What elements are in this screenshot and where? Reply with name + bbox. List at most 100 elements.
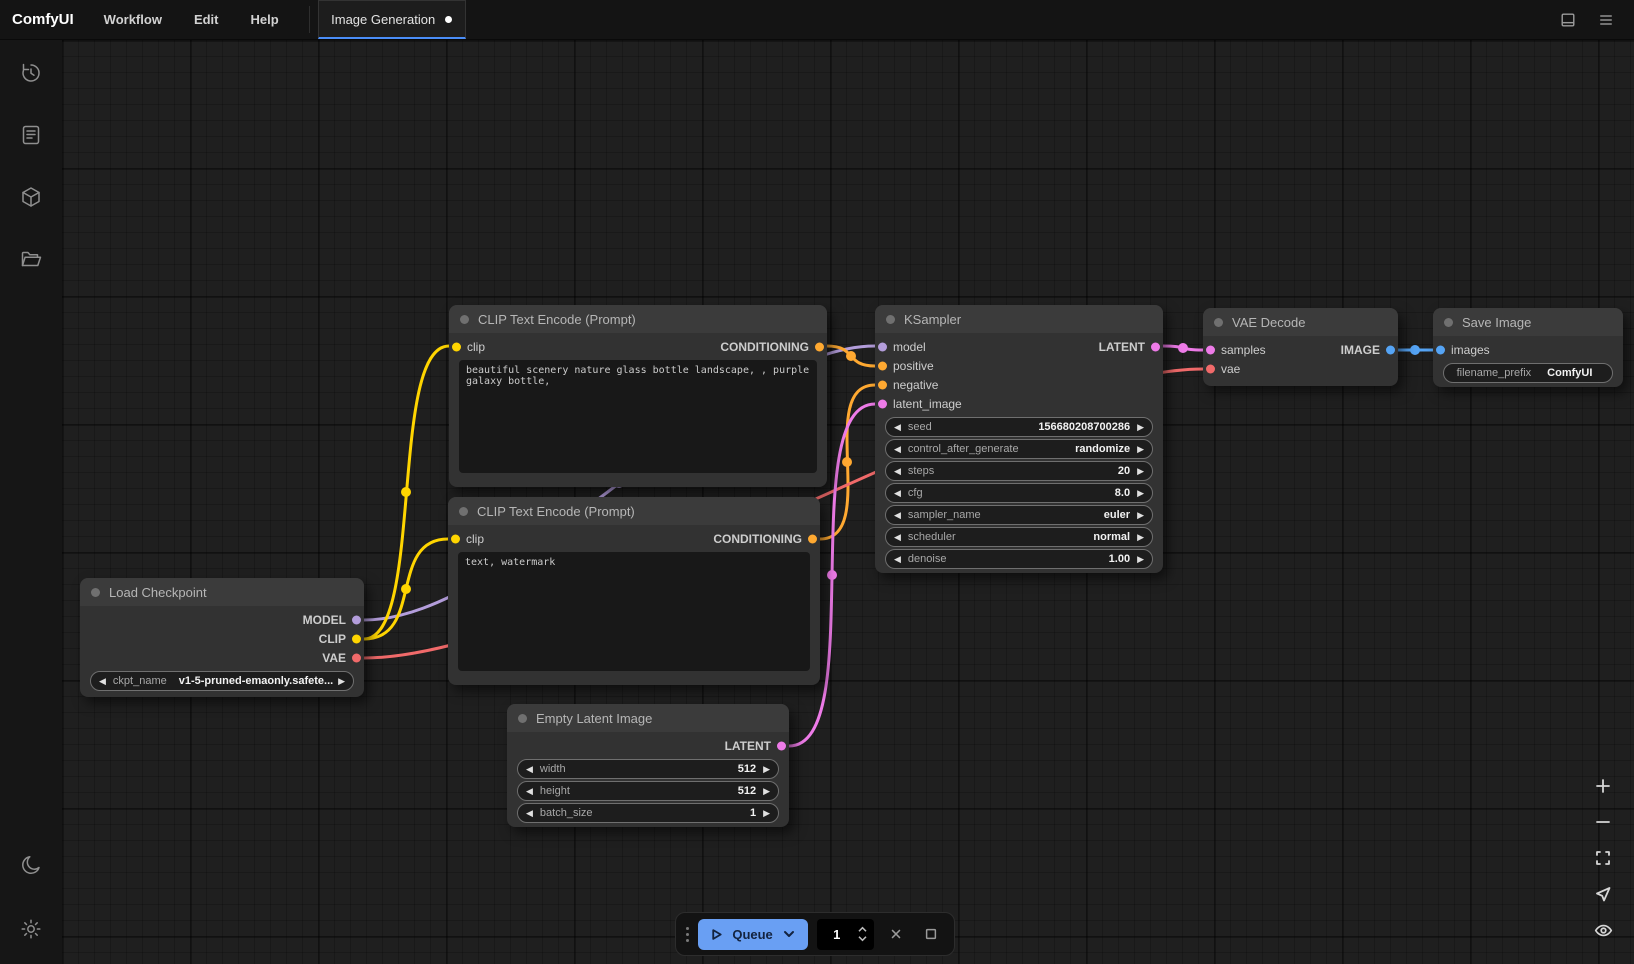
toggle-link-visibility-button[interactable]: [1586, 916, 1620, 944]
node-collapse-dot[interactable]: [91, 588, 100, 597]
conditioning-output-port[interactable]: [815, 342, 824, 351]
select-mode-button[interactable]: [1586, 880, 1620, 908]
ckpt-name-widget[interactable]: ◀ ckpt_name v1-5-pruned-emaonly.safete..…: [90, 671, 354, 691]
widget-increment-icon[interactable]: ▶: [763, 809, 770, 818]
queue-bar-drag-handle[interactable]: [686, 927, 689, 942]
filename-prefix-widget[interactable]: filename_prefix ComfyUI: [1443, 363, 1613, 383]
widget-increment-icon[interactable]: ▶: [1137, 555, 1144, 564]
node-collapse-dot[interactable]: [459, 507, 468, 516]
node-header[interactable]: Load Checkpoint: [80, 578, 364, 606]
widget-decrement-icon[interactable]: ◀: [894, 533, 901, 542]
image-output-port[interactable]: [1386, 345, 1395, 354]
height-widget[interactable]: ◀ height 512 ▶: [517, 781, 779, 801]
control-after-generate-widget[interactable]: ◀ control_after_generate randomize ▶: [885, 439, 1153, 459]
widget-decrement-icon[interactable]: ◀: [99, 677, 106, 686]
sidebar-node-library-button[interactable]: [0, 112, 62, 158]
node-save-image[interactable]: Save Image images filename_prefix ComfyU…: [1433, 308, 1623, 387]
node-header[interactable]: KSampler: [875, 305, 1163, 333]
prompt-textarea[interactable]: text, watermark: [458, 552, 810, 671]
negative-input-port[interactable]: [878, 380, 887, 389]
sidebar-workflows-button[interactable]: [0, 236, 62, 282]
conditioning-output-port[interactable]: [808, 534, 817, 543]
vae-input-port[interactable]: [1206, 364, 1215, 373]
widget-decrement-icon[interactable]: ◀: [526, 809, 533, 818]
batch-count-input[interactable]: 1: [817, 919, 874, 950]
model-output-port[interactable]: [352, 615, 361, 624]
denoise-widget[interactable]: ◀ denoise 1.00 ▶: [885, 549, 1153, 569]
node-collapse-dot[interactable]: [1214, 318, 1223, 327]
stop-button[interactable]: [918, 921, 944, 947]
sampler-name-widget[interactable]: ◀ sampler_name euler ▶: [885, 505, 1153, 525]
latent-output-port[interactable]: [1151, 342, 1160, 351]
steps-widget[interactable]: ◀ steps 20 ▶: [885, 461, 1153, 481]
menu-help[interactable]: Help: [235, 0, 295, 39]
widget-decrement-icon[interactable]: ◀: [894, 467, 901, 476]
widget-decrement-icon[interactable]: ◀: [894, 445, 901, 454]
widget-decrement-icon[interactable]: ◀: [526, 765, 533, 774]
node-canvas[interactable]: [62, 40, 1634, 964]
node-empty-latent-image[interactable]: Empty Latent Image LATENT ◀ width 512 ▶ …: [507, 704, 789, 827]
settings-button[interactable]: [0, 906, 62, 952]
widget-increment-icon[interactable]: ▶: [763, 765, 770, 774]
node-load-checkpoint[interactable]: Load Checkpoint MODEL CLIP VAE ◀ ckpt_na…: [80, 578, 364, 697]
node-collapse-dot[interactable]: [1444, 318, 1453, 327]
widget-increment-icon[interactable]: ▶: [1137, 467, 1144, 476]
widget-increment-icon[interactable]: ▶: [1137, 511, 1144, 520]
widget-decrement-icon[interactable]: ◀: [894, 423, 901, 432]
widget-increment-icon[interactable]: ▶: [1137, 533, 1144, 542]
vae-output-port[interactable]: [352, 653, 361, 662]
clear-queue-button[interactable]: [883, 921, 909, 947]
node-ksampler[interactable]: KSampler model LATENT positive negative …: [875, 305, 1163, 573]
node-clip-text-encode-positive[interactable]: CLIP Text Encode (Prompt) clip CONDITION…: [449, 305, 827, 487]
menu-workflow[interactable]: Workflow: [88, 0, 178, 39]
stepper-down-icon[interactable]: [857, 935, 868, 942]
widget-increment-icon[interactable]: ▶: [1137, 445, 1144, 454]
node-header[interactable]: CLIP Text Encode (Prompt): [448, 497, 820, 525]
widget-decrement-icon[interactable]: ◀: [894, 489, 901, 498]
workflow-tab-image-generation[interactable]: Image Generation: [318, 0, 466, 39]
widget-decrement-icon[interactable]: ◀: [894, 555, 901, 564]
zoom-out-button[interactable]: [1586, 808, 1620, 836]
node-collapse-dot[interactable]: [460, 315, 469, 324]
fit-view-button[interactable]: [1586, 844, 1620, 872]
stepper-up-icon[interactable]: [857, 926, 868, 933]
node-header[interactable]: CLIP Text Encode (Prompt): [449, 305, 827, 333]
node-header[interactable]: Save Image: [1433, 308, 1623, 336]
queue-button[interactable]: Queue: [698, 919, 808, 950]
widget-increment-icon[interactable]: ▶: [1137, 489, 1144, 498]
prompt-textarea[interactable]: beautiful scenery nature glass bottle la…: [459, 360, 817, 473]
node-collapse-dot[interactable]: [518, 714, 527, 723]
gear-icon: [19, 917, 43, 941]
width-widget[interactable]: ◀ width 512 ▶: [517, 759, 779, 779]
latent-output-port[interactable]: [777, 741, 786, 750]
node-header[interactable]: Empty Latent Image: [507, 704, 789, 732]
theme-toggle-button[interactable]: [0, 842, 62, 888]
bottom-panel-toggle-button[interactable]: [1554, 6, 1582, 34]
model-input-port[interactable]: [878, 342, 887, 351]
widget-decrement-icon[interactable]: ◀: [526, 787, 533, 796]
node-header[interactable]: VAE Decode: [1203, 308, 1398, 336]
clip-input-port[interactable]: [452, 342, 461, 351]
sidebar-queue-history-button[interactable]: [0, 50, 62, 96]
zoom-in-button[interactable]: [1586, 772, 1620, 800]
cfg-widget[interactable]: ◀ cfg 8.0 ▶: [885, 483, 1153, 503]
widget-increment-icon[interactable]: ▶: [763, 787, 770, 796]
batch-size-widget[interactable]: ◀ batch_size 1 ▶: [517, 803, 779, 823]
node-collapse-dot[interactable]: [886, 315, 895, 324]
clip-output-port[interactable]: [352, 634, 361, 643]
sidebar-model-library-button[interactable]: [0, 174, 62, 220]
menu-edit[interactable]: Edit: [178, 0, 235, 39]
images-input-port[interactable]: [1436, 345, 1445, 354]
widget-increment-icon[interactable]: ▶: [338, 677, 345, 686]
latent-image-input-port[interactable]: [878, 399, 887, 408]
scheduler-widget[interactable]: ◀ scheduler normal ▶: [885, 527, 1153, 547]
widget-increment-icon[interactable]: ▶: [1137, 423, 1144, 432]
positive-input-port[interactable]: [878, 361, 887, 370]
main-menu-button[interactable]: [1592, 6, 1620, 34]
clip-input-port[interactable]: [451, 534, 460, 543]
samples-input-port[interactable]: [1206, 345, 1215, 354]
widget-decrement-icon[interactable]: ◀: [894, 511, 901, 520]
seed-widget[interactable]: ◀ seed 156680208700286 ▶: [885, 417, 1153, 437]
node-clip-text-encode-negative[interactable]: CLIP Text Encode (Prompt) clip CONDITION…: [448, 497, 820, 685]
node-vae-decode[interactable]: VAE Decode samples IMAGE vae: [1203, 308, 1398, 386]
